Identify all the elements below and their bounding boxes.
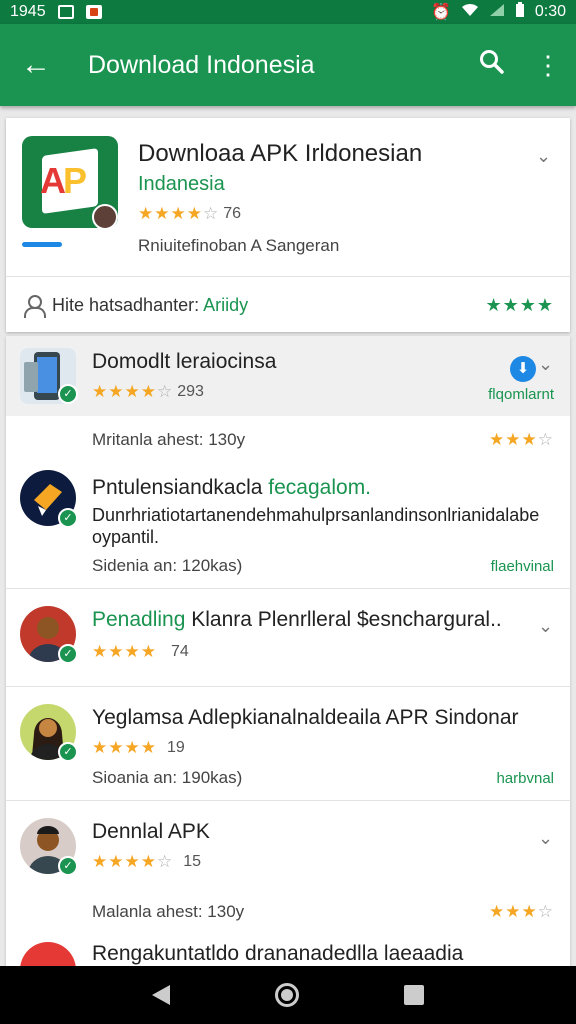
stat-link[interactable]: Ariidy — [203, 295, 248, 316]
star-rating-icon: ★★★☆ — [489, 902, 554, 921]
download-icon[interactable]: ⬇ — [510, 356, 536, 382]
status-time-right: 0:30 — [534, 3, 566, 20]
search-icon[interactable] — [464, 49, 520, 82]
verified-check-icon: ✓ — [58, 384, 78, 404]
list-item[interactable]: ✓ Pntulensiandkacla fecagalom. Dunrhriat… — [6, 456, 570, 590]
item-rating: ★★★★ 19 — [92, 738, 185, 758]
rating-count: 76 — [223, 205, 242, 222]
page-title: Download Indonesia — [88, 50, 315, 79]
developer-name: Rniuitefinoban A Sangeran — [138, 236, 340, 255]
verified-check-icon: ✓ — [58, 508, 78, 528]
status-time-left: 1945 — [10, 3, 46, 20]
app-detail-card[interactable]: AP Downloaa APK Irldonesian Indanesia ★★… — [6, 118, 570, 332]
system-nav-bar — [0, 966, 576, 1024]
chevron-down-icon[interactable]: ⌄ — [536, 146, 551, 167]
divider — [6, 276, 570, 277]
chevron-down-icon[interactable]: ⌄ — [538, 828, 553, 849]
item-title: Rengakuntatldo drananadedlla laeaadia — [92, 942, 464, 965]
star-rating-icon: ★★★★ — [92, 738, 157, 757]
green-rating-icon: ★★★★ — [485, 294, 554, 315]
item-description: Dunrhriatiotartanendehmahulprsanlandinso… — [92, 505, 540, 547]
back-arrow-icon[interactable]: ← — [0, 48, 72, 82]
item-meta: Mritanla ahest: 130y — [92, 430, 246, 449]
list-item[interactable]: ✓ Dennlal APK ★★★★☆ 15 ⌄ — [6, 802, 570, 888]
person-icon — [22, 294, 46, 318]
app-bar: ← Download Indonesia ⋮ — [0, 24, 576, 106]
list-item[interactable]: Rengakuntatldo drananadedlla laeaadia — [6, 932, 570, 968]
signal-icon — [489, 3, 505, 22]
stat-label: Hite hatsadhanter: — [52, 294, 200, 315]
item-tag: flqomlarnt — [488, 386, 554, 403]
item-rating: ★★★★☆ 293 — [92, 382, 204, 402]
star-rating-icon: ★★★★☆ — [92, 852, 174, 871]
image-notification-icon — [57, 5, 74, 19]
rating-count: 74 — [170, 643, 189, 660]
item-meta: Sioania an: 190kas) — [92, 768, 243, 787]
nav-recents-icon[interactable] — [403, 985, 424, 1005]
item-title: Pntulensiandkacla fecagalom. — [92, 476, 372, 499]
star-rating-icon: ★★★★☆ — [138, 204, 220, 223]
item-rating: ★★★★☆ 15 — [92, 852, 201, 872]
star-rating-icon: ★★★★☆ — [92, 382, 174, 401]
item-meta: Malanla ahest: 130y — [92, 902, 245, 921]
app-title: Downloaa APK Irldonesian — [138, 140, 423, 167]
verified-check-icon: ✓ — [58, 742, 78, 762]
app-rating: ★★★★☆ 76 — [138, 204, 241, 224]
verified-check-icon: ✓ — [58, 856, 78, 876]
divider — [6, 800, 570, 801]
more-options-icon[interactable]: ⋮ — [520, 50, 576, 81]
stat-row[interactable]: Hite hatsadhanter: Ariidy ★★★★ — [6, 278, 570, 332]
item-tag: flaehvinal — [490, 558, 554, 575]
item-title: Penadling Klanra Plenrlleral $esnchargur… — [92, 608, 502, 631]
item-tag: harbvnal — [496, 770, 554, 787]
developer-avatar — [92, 204, 118, 230]
item-rating: ★★★★ 74 — [92, 642, 189, 662]
verified-check-icon: ✓ — [58, 644, 78, 664]
star-rating-icon: ★★★☆ — [489, 430, 554, 449]
item-title: Yeglamsa Adlepkianalnaldeaila APR Sindon… — [92, 706, 519, 729]
nav-home-icon[interactable] — [274, 983, 299, 1007]
star-rating-icon: ★★★★ — [92, 642, 157, 661]
chevron-down-icon[interactable]: ⌄ — [538, 354, 553, 375]
divider — [6, 686, 570, 687]
wifi-icon — [461, 3, 479, 22]
rating-count: 15 — [183, 853, 202, 870]
list-item[interactable]: ✓ Yeglamsa Adlepkianalnaldeaila APR Sind… — [6, 688, 570, 800]
item-title: Domodlt leraiocinsa — [92, 350, 277, 373]
battery-icon — [515, 1, 525, 23]
item-title: Dennlal APK — [92, 820, 210, 843]
list-item[interactable]: ✓ Penadling Klanra Plenrlleral $esncharg… — [6, 590, 570, 686]
divider — [6, 588, 570, 589]
rating-count: 19 — [166, 739, 185, 756]
app-icon — [20, 942, 76, 968]
nav-back-icon[interactable] — [152, 985, 171, 1005]
status-bar: 1945 ⏰ 0:30 — [0, 0, 576, 24]
alarm-icon: ⏰ — [430, 4, 451, 21]
app-subtitle[interactable]: Indanesia — [138, 173, 225, 196]
rating-count: 293 — [177, 383, 204, 400]
app-list: ✓ Domodlt leraiocinsa ★★★★☆ 293 ⬇ ⌄ flqo… — [6, 336, 570, 968]
install-progress-bar — [22, 242, 62, 247]
chevron-down-icon[interactable]: ⌄ — [538, 616, 553, 637]
item-meta: Sidenia an: 120kas) — [92, 556, 243, 575]
list-item[interactable]: ✓ Domodlt leraiocinsa ★★★★☆ 293 ⬇ ⌄ flqo… — [6, 336, 570, 416]
app-notification-icon — [85, 5, 102, 19]
